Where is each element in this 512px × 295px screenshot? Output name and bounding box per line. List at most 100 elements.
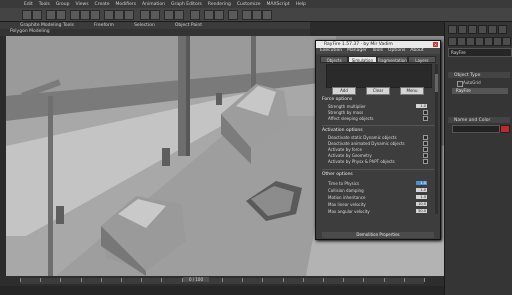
- layer-icon[interactable]: [190, 10, 200, 20]
- object-name-input[interactable]: [452, 125, 500, 133]
- tab-simulation[interactable]: Simulation: [348, 56, 377, 63]
- lights-icon[interactable]: [466, 37, 475, 46]
- clear-button[interactable]: Clear: [366, 87, 390, 95]
- unlink-icon[interactable]: [56, 10, 66, 20]
- name-color-rollout[interactable]: Name and Color: [448, 117, 510, 123]
- motion-tab-icon[interactable]: [478, 25, 487, 34]
- rf-menu-execution[interactable]: Execution: [320, 48, 342, 54]
- menu-rendering[interactable]: Rendering: [208, 2, 231, 7]
- deactivate-static-checkbox[interactable]: [423, 135, 428, 140]
- object-type-rollout[interactable]: Object Type: [448, 72, 510, 78]
- rayfire-object-button[interactable]: RayFire: [452, 88, 508, 94]
- select-by-name-icon[interactable]: [80, 10, 90, 20]
- deactivate-static-label: Deactivate static Dynamic objects: [328, 135, 397, 140]
- rf-menu-manager[interactable]: Manager: [347, 48, 367, 54]
- move-icon[interactable]: [104, 10, 114, 20]
- tab-fragmentation[interactable]: Fragmentation: [376, 56, 408, 63]
- undo-icon[interactable]: [22, 10, 32, 20]
- activate-by-physx-label: Activate by Physx & PhPT objects: [328, 159, 395, 164]
- object-color-swatch[interactable]: [500, 125, 510, 133]
- shapes-icon[interactable]: [457, 37, 466, 46]
- tab-object-paint[interactable]: Object Paint: [175, 23, 202, 28]
- cameras-icon[interactable]: [475, 37, 484, 46]
- affect-sleeping-checkbox[interactable]: [423, 116, 428, 121]
- hierarchy-tab-icon[interactable]: [468, 25, 477, 34]
- menu-create[interactable]: Create: [95, 2, 110, 7]
- schematic-icon[interactable]: [214, 10, 224, 20]
- max-linear-velocity-spinner[interactable]: 10.0: [416, 202, 427, 206]
- menu-tools[interactable]: Tools: [39, 2, 50, 7]
- tab-objects[interactable]: Objects: [320, 56, 349, 63]
- menu-help[interactable]: Help: [296, 2, 306, 7]
- activate-by-force-checkbox[interactable]: [423, 147, 428, 152]
- activation-options-header[interactable]: Activation options: [322, 128, 363, 133]
- rf-menu-options[interactable]: Options: [388, 48, 405, 54]
- activate-by-geometry-checkbox[interactable]: [423, 153, 428, 158]
- angle-snap-icon[interactable]: [150, 10, 160, 20]
- align-icon[interactable]: [174, 10, 184, 20]
- force-options-header[interactable]: Force options: [322, 97, 352, 102]
- region-select-icon[interactable]: [90, 10, 100, 20]
- rayfire-scrollbar[interactable]: [435, 64, 438, 214]
- menu-animation[interactable]: Animation: [142, 2, 165, 7]
- tab-selection[interactable]: Selection: [134, 23, 155, 28]
- rayfire-dialog[interactable]: RayFire 1.57.37 · by Mir Vadim × Executi…: [315, 40, 441, 240]
- space-warps-icon[interactable]: [493, 37, 502, 46]
- rayfire-titlebar[interactable]: RayFire 1.57.37 · by Mir Vadim ×: [316, 41, 440, 48]
- polygon-modeling-label[interactable]: Polygon Modeling: [10, 29, 50, 34]
- create-tab-icon[interactable]: [448, 25, 457, 34]
- close-icon[interactable]: ×: [433, 42, 438, 47]
- menu-customize[interactable]: Customize: [237, 2, 261, 7]
- material-editor-icon[interactable]: [228, 10, 238, 20]
- modify-tab-icon[interactable]: [458, 25, 467, 34]
- time-scale-spinner[interactable]: 1.0: [416, 181, 427, 185]
- curve-editor-icon[interactable]: [204, 10, 214, 20]
- demolition-properties-header[interactable]: Demolition Properties: [322, 232, 434, 238]
- redo-icon[interactable]: [32, 10, 42, 20]
- activate-by-physx-checkbox[interactable]: [423, 159, 428, 164]
- menu-views[interactable]: Views: [76, 2, 89, 7]
- render-setup-icon[interactable]: [242, 10, 252, 20]
- mirror-icon[interactable]: [164, 10, 174, 20]
- link-icon[interactable]: [46, 10, 56, 20]
- scale-icon[interactable]: [124, 10, 134, 20]
- timeline-ruler[interactable]: [20, 278, 425, 284]
- time-slider[interactable]: 0 / 100: [183, 277, 209, 282]
- rf-menu-tools[interactable]: Tools: [372, 48, 383, 54]
- render-icon[interactable]: [252, 10, 262, 20]
- snap-icon[interactable]: [140, 10, 150, 20]
- rf-menu-about[interactable]: About: [410, 48, 423, 54]
- select-icon[interactable]: [70, 10, 80, 20]
- menu-edit[interactable]: Edit: [24, 2, 33, 7]
- menu-modifiers[interactable]: Modifiers: [116, 2, 137, 7]
- object-list[interactable]: [326, 64, 432, 88]
- add-button[interactable]: Add: [332, 87, 356, 95]
- motion-inheritance-spinner[interactable]: 1.0: [416, 195, 427, 199]
- helpers-icon[interactable]: [484, 37, 493, 46]
- menu-button[interactable]: Menu: [400, 87, 424, 95]
- strength-by-mass-checkbox[interactable]: [423, 110, 428, 115]
- rayfire-tabs: Objects Simulation Fragmentation Layers: [320, 56, 437, 63]
- divider: [322, 169, 434, 170]
- tab-freeform[interactable]: Freeform: [94, 23, 114, 28]
- geometry-icon[interactable]: [448, 37, 457, 46]
- deactivate-animated-checkbox[interactable]: [423, 141, 428, 146]
- scrollbar-thumb[interactable]: [435, 74, 438, 92]
- category-dropdown-value: RayFire: [451, 50, 466, 55]
- tab-layers[interactable]: Layers: [407, 56, 437, 63]
- utilities-tab-icon[interactable]: [498, 25, 507, 34]
- other-options-header[interactable]: Other options: [322, 172, 353, 177]
- timeline[interactable]: [0, 276, 444, 295]
- collision-damping-spinner[interactable]: 1.0: [416, 188, 427, 192]
- menu-maxscript[interactable]: MAXScript: [267, 2, 290, 7]
- category-dropdown[interactable]: RayFire: [448, 48, 512, 57]
- max-angular-velocity-spinner[interactable]: 50.0: [416, 209, 427, 213]
- teapot-icon[interactable]: [262, 10, 272, 20]
- menu-group[interactable]: Group: [56, 2, 70, 7]
- display-tab-icon[interactable]: [488, 25, 497, 34]
- rotate-icon[interactable]: [114, 10, 124, 20]
- tab-graphite-modeling-tools[interactable]: Graphite Modeling Tools: [20, 23, 74, 28]
- menu-graph-editors[interactable]: Graph Editors: [171, 2, 202, 7]
- systems-icon[interactable]: [502, 37, 511, 46]
- strength-multiplier-spinner[interactable]: 1.0: [416, 104, 427, 108]
